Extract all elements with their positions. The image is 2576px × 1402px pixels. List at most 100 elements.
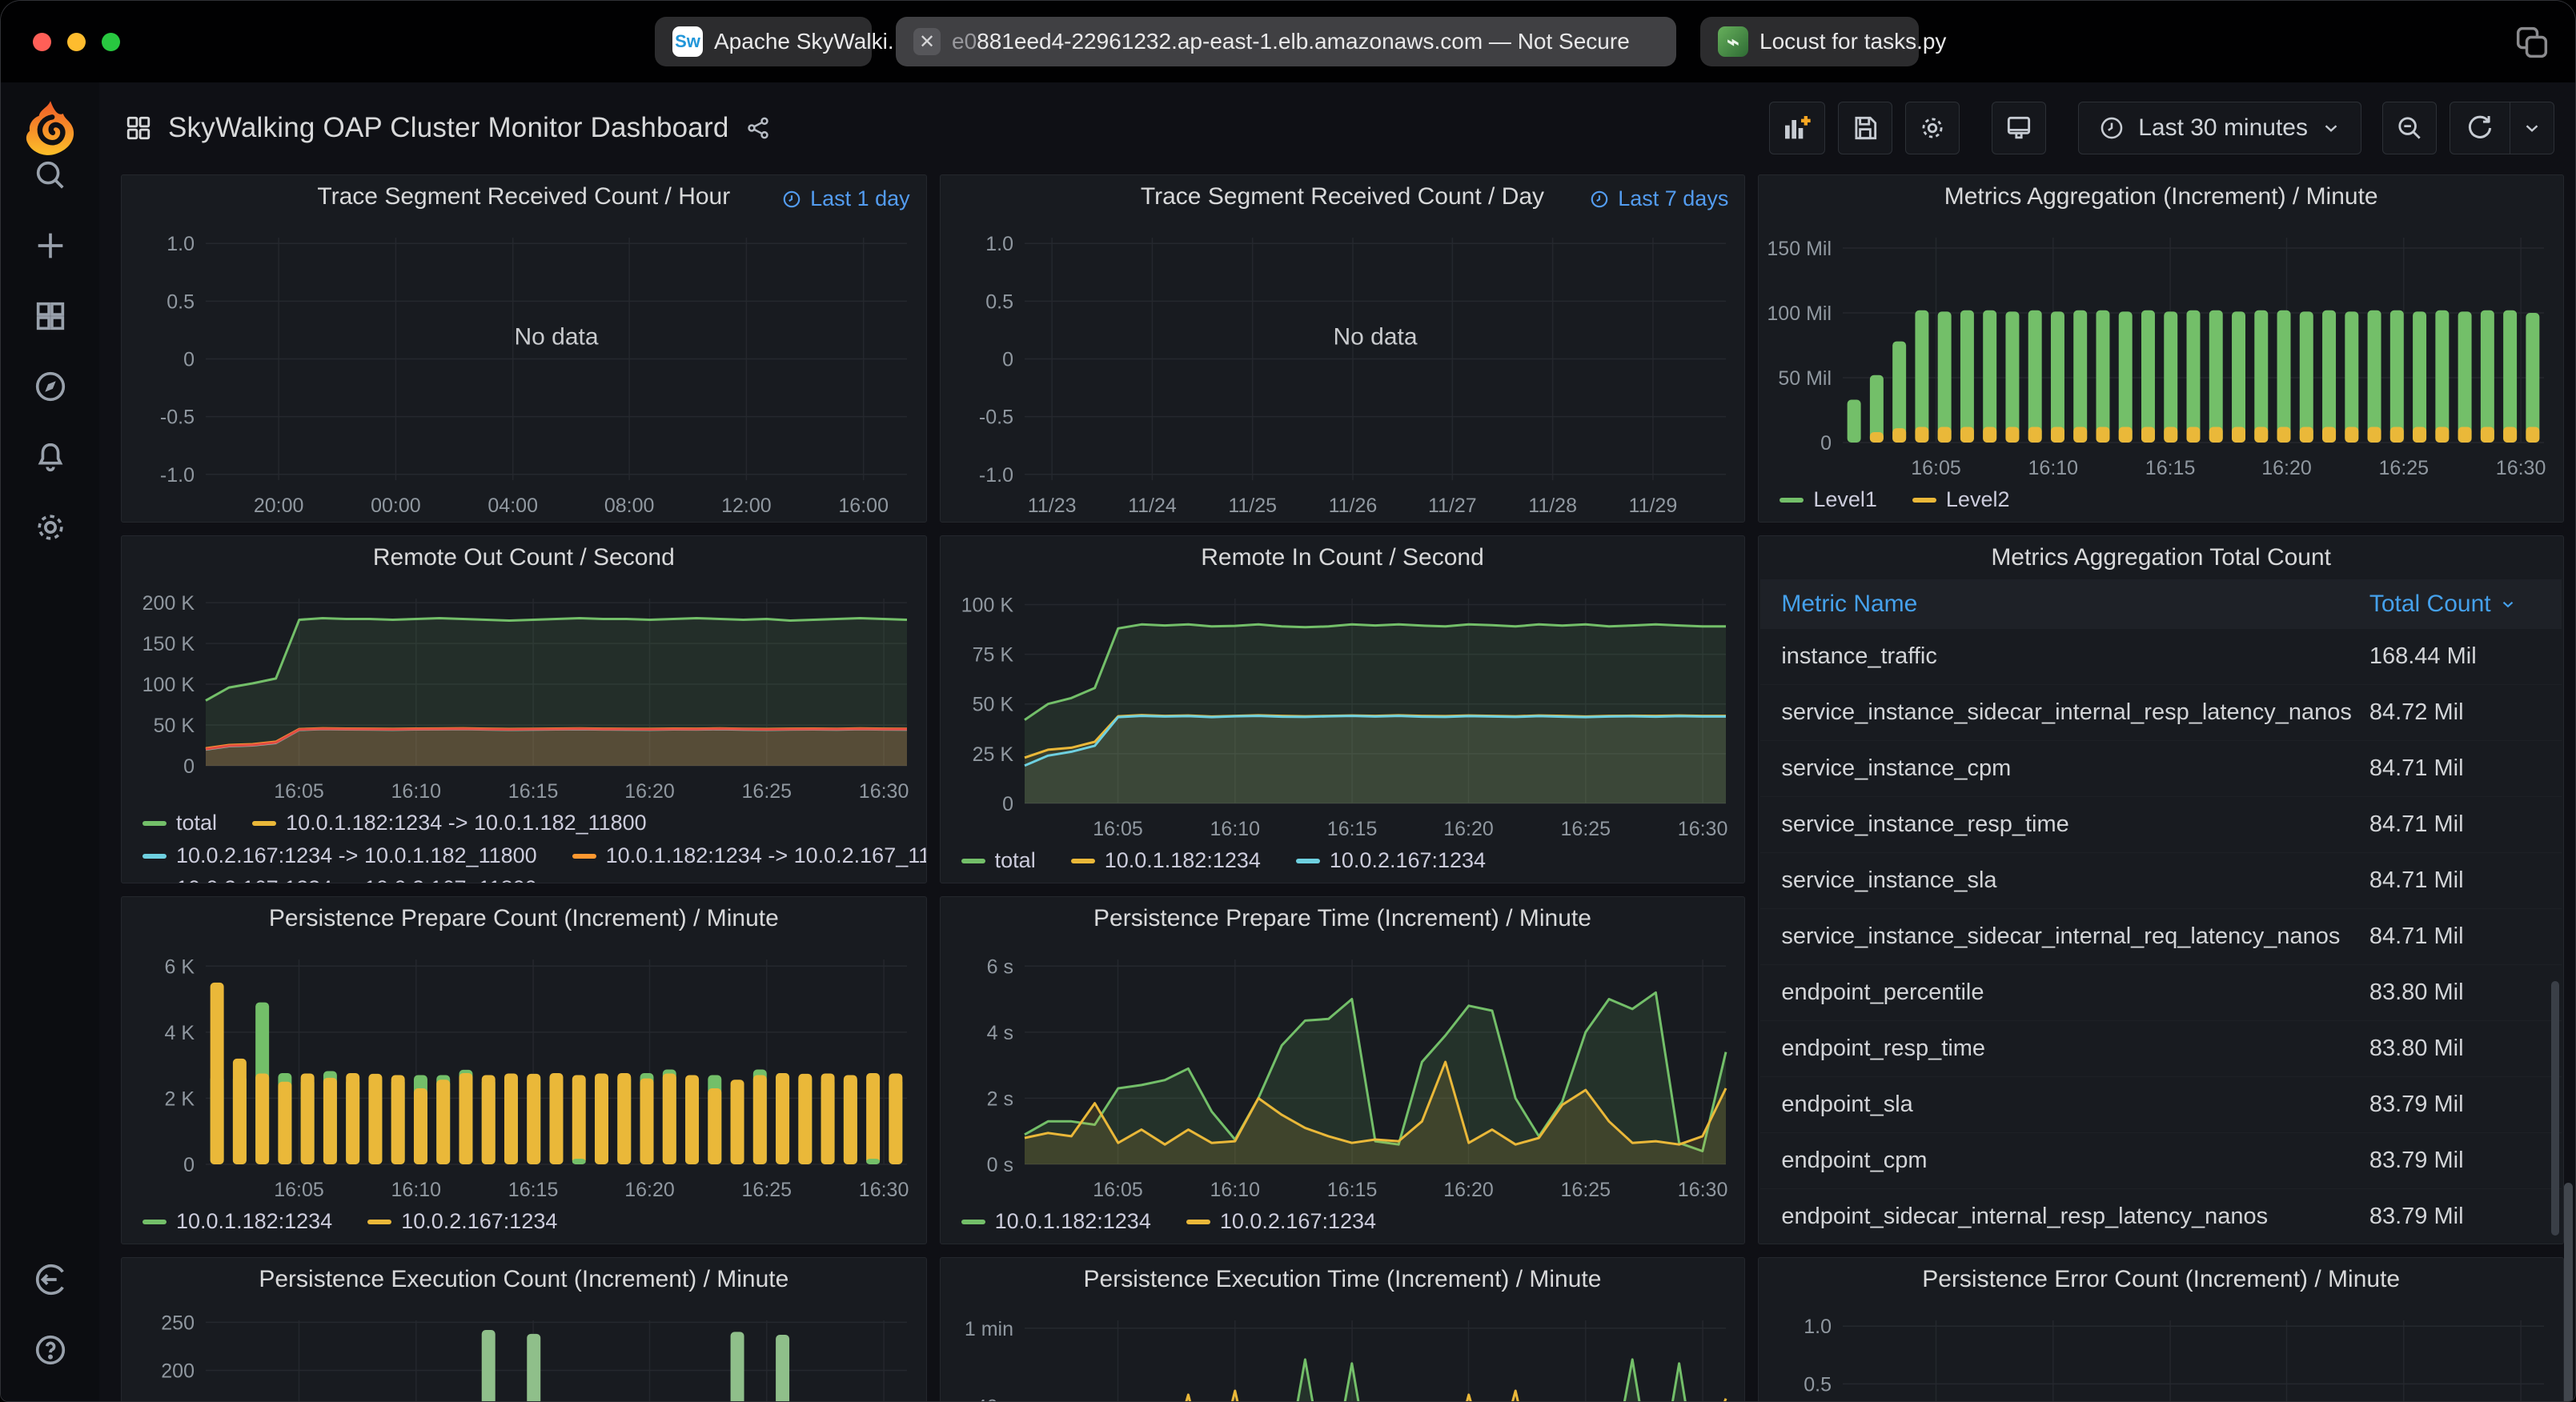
chart-metrics-aggregation[interactable]: 16:0516:1016:1516:2016:2516:30150 Mil100… xyxy=(1759,218,2563,484)
explore-compass-icon[interactable] xyxy=(28,364,73,409)
legend-item[interactable]: 10.0.1.182:1234 xyxy=(1071,848,1261,873)
legend-item[interactable]: 10.0.1.182:1234 xyxy=(142,1209,332,1234)
create-plus-icon[interactable] xyxy=(28,223,73,268)
table-row[interactable]: service_instance_cpm84.71 Mil xyxy=(1760,741,2562,797)
help-icon[interactable] xyxy=(28,1328,73,1372)
tab-apache-skywalking[interactable]: Sw Apache SkyWalki... xyxy=(655,17,872,66)
panel-title[interactable]: Trace Segment Received Count / Hour xyxy=(317,183,730,210)
chart-legend[interactable]: total 10.0.1.182:1234 10.0.2.167:1234 xyxy=(941,845,1745,883)
table-row[interactable]: endpoint_resp_time83.80 Mil xyxy=(1760,1021,2562,1077)
legend-item[interactable]: 10.0.1.182:1234 xyxy=(961,1209,1151,1234)
refresh-dashboard-button[interactable] xyxy=(2450,102,2510,154)
chart-remote-out[interactable]: 16:0516:1016:1516:2016:2516:30200 K150 K… xyxy=(122,579,926,807)
page-scrollbar[interactable] xyxy=(2564,1183,2573,1402)
tab-overview-icon[interactable] xyxy=(2511,22,2553,63)
legend-item[interactable]: Level1 xyxy=(1780,487,1877,512)
dashboards-icon[interactable] xyxy=(28,294,73,338)
panel-time-override-link[interactable]: Last 1 day xyxy=(781,186,910,211)
tv-kiosk-button[interactable] xyxy=(1992,102,2046,154)
table-row[interactable]: endpoint_percentile83.80 Mil xyxy=(1760,965,2562,1021)
chart-legend[interactable]: Level1 Level2 xyxy=(1759,484,2563,522)
grafana-logo[interactable] xyxy=(1,98,99,158)
refresh-interval-dropdown[interactable] xyxy=(2510,102,2554,154)
panel-persistence-prepare-count: Persistence Prepare Count (Increment) / … xyxy=(121,896,927,1244)
dashboard-settings-button[interactable] xyxy=(1905,102,1960,154)
panel-title[interactable]: Remote Out Count / Second xyxy=(373,544,675,571)
legend-item[interactable]: 10.0.2.167:1234 xyxy=(1186,1209,1376,1234)
table-row[interactable]: service_instance_resp_time84.71 Mil xyxy=(1760,797,2562,853)
clock-icon xyxy=(1589,189,1610,210)
zoom-window-button[interactable] xyxy=(102,33,120,51)
chart-remote-in[interactable]: 16:0516:1016:1516:2016:2516:30100 K75 K5… xyxy=(941,579,1745,845)
panel-title[interactable]: Persistence Prepare Count (Increment) / … xyxy=(269,905,779,932)
panel-title[interactable]: Metrics Aggregation Total Count xyxy=(1991,544,2331,571)
legend-item[interactable]: Level2 xyxy=(1912,487,2010,512)
legend-item[interactable]: 10.0.2.167:1234 -> 10.0.1.182_11800 xyxy=(142,843,537,868)
save-dashboard-button[interactable] xyxy=(1838,102,1892,154)
table-row[interactable]: service_instance_sidecar_internal_resp_l… xyxy=(1760,685,2562,741)
tab-grafana-dashboard[interactable]: ✕ e0881eed4-22961232.ap-east-1.elb.amazo… xyxy=(896,17,1676,66)
chart-legend[interactable]: 10.0.1.182:1234 10.0.2.167:1234 xyxy=(122,1206,926,1244)
legend-item[interactable]: total xyxy=(961,848,1036,873)
sidebar xyxy=(1,82,99,1401)
sign-in-icon[interactable] xyxy=(28,1257,73,1302)
configuration-gear-icon[interactable] xyxy=(28,505,73,550)
table-row[interactable]: service_instance_sla84.71 Mil xyxy=(1760,853,2562,909)
chart-persistence-execution-count[interactable]: 16:0516:1016:1516:2016:2516:302502001501… xyxy=(122,1301,926,1401)
panel-title[interactable]: Persistence Execution Count (Increment) … xyxy=(259,1266,788,1293)
svg-text:0: 0 xyxy=(183,349,195,371)
svg-text:0 s: 0 s xyxy=(986,1154,1013,1176)
svg-text:1.0: 1.0 xyxy=(167,233,195,255)
panel-title[interactable]: Persistence Prepare Time (Increment) / M… xyxy=(1093,905,1591,932)
sort-chevron-icon xyxy=(2499,595,2517,613)
table-row[interactable]: service_instance_sidecar_internal_req_la… xyxy=(1760,909,2562,965)
chart-persistence-execution-time[interactable]: 16:0516:1016:1516:2016:2516:301 min40 s2… xyxy=(941,1301,1745,1401)
chart-persistence-prepare-count[interactable]: 16:0516:1016:1516:2016:2516:306 K4 K2 K0 xyxy=(122,940,926,1206)
legend-item[interactable]: total xyxy=(142,811,217,835)
panel-title[interactable]: Trace Segment Received Count / Day xyxy=(1141,183,1544,210)
panel-title[interactable]: Metrics Aggregation (Increment) / Minute xyxy=(1944,183,2378,210)
panel-time-override-link[interactable]: Last 7 days xyxy=(1589,186,1728,211)
zoom-out-time-button[interactable] xyxy=(2382,102,2437,154)
time-range-picker[interactable]: Last 30 minutes xyxy=(2078,102,2361,154)
table-row[interactable]: endpoint_cpm83.79 Mil xyxy=(1760,1133,2562,1189)
table-row[interactable]: endpoint_sidecar_internal_resp_latency_n… xyxy=(1760,1189,2562,1244)
chart-legend[interactable]: total 10.0.1.182:1234 -> 10.0.1.182_11800… xyxy=(122,807,926,883)
metrics-table[interactable]: Metric NameTotal Count instance_traffic1… xyxy=(1759,579,2563,1244)
legend-item[interactable]: 10.0.2.167:1234 xyxy=(367,1209,557,1234)
legend-item[interactable]: 10.0.1.182:1234 -> 10.0.2.167_11800 xyxy=(572,843,927,868)
tab-locust[interactable]: ⌁ Locust for tasks.py xyxy=(1700,17,1919,66)
legend-item[interactable]: 10.0.2.167:1234 -> 10.0.2.167_11800 xyxy=(142,876,537,883)
add-panel-button[interactable] xyxy=(1769,102,1825,154)
close-window-button[interactable] xyxy=(33,33,51,51)
legend-item[interactable]: 10.0.1.182:1234 -> 10.0.1.182_11800 xyxy=(252,811,647,835)
svg-text:11/29: 11/29 xyxy=(1628,495,1677,517)
svg-text:50 K: 50 K xyxy=(972,694,1013,716)
minimize-window-button[interactable] xyxy=(67,33,86,51)
alerting-bell-icon[interactable] xyxy=(28,435,73,479)
svg-text:00:00: 00:00 xyxy=(371,495,421,517)
svg-text:2 s: 2 s xyxy=(986,1088,1013,1110)
svg-text:200 K: 200 K xyxy=(142,592,195,615)
apps-grid-icon[interactable] xyxy=(125,114,152,142)
table-row[interactable]: instance_traffic168.44 Mil xyxy=(1760,629,2562,685)
chart-persistence-prepare-time[interactable]: 16:0516:1016:1516:2016:2516:306 s4 s2 s0… xyxy=(941,940,1745,1206)
table-scrollbar[interactable] xyxy=(2551,981,2559,1236)
column-header-metric-name[interactable]: Metric Name xyxy=(1760,591,2369,618)
svg-text:-0.5: -0.5 xyxy=(160,407,195,429)
column-header-total-count[interactable]: Total Count xyxy=(2369,591,2562,618)
panel-title[interactable]: Persistence Execution Time (Increment) /… xyxy=(1084,1266,1602,1293)
svg-text:0.5: 0.5 xyxy=(985,290,1013,313)
panel-title[interactable]: Remote In Count / Second xyxy=(1201,544,1484,571)
panel-title[interactable]: Persistence Error Count (Increment) / Mi… xyxy=(1922,1266,2400,1293)
svg-text:16:00: 16:00 xyxy=(838,495,889,517)
table-row[interactable]: endpoint_sla83.79 Mil xyxy=(1760,1077,2562,1133)
share-icon[interactable] xyxy=(745,115,771,141)
chart-trace-segment-hour[interactable]: 20:0000:0004:0008:0012:0016:001.00.50-0.… xyxy=(122,218,926,522)
legend-item[interactable]: 10.0.2.167:1234 xyxy=(1296,848,1486,873)
clock-icon xyxy=(2098,114,2125,142)
chart-trace-segment-day[interactable]: 11/2311/2411/2511/2611/2711/2811/291.00.… xyxy=(941,218,1745,522)
close-tab-icon[interactable]: ✕ xyxy=(913,28,941,55)
chart-legend[interactable]: 10.0.1.182:1234 10.0.2.167:1234 xyxy=(941,1206,1745,1244)
chart-persistence-error-count[interactable]: 16:0516:1016:1516:2016:2516:301.00.50-0.… xyxy=(1759,1301,2563,1401)
